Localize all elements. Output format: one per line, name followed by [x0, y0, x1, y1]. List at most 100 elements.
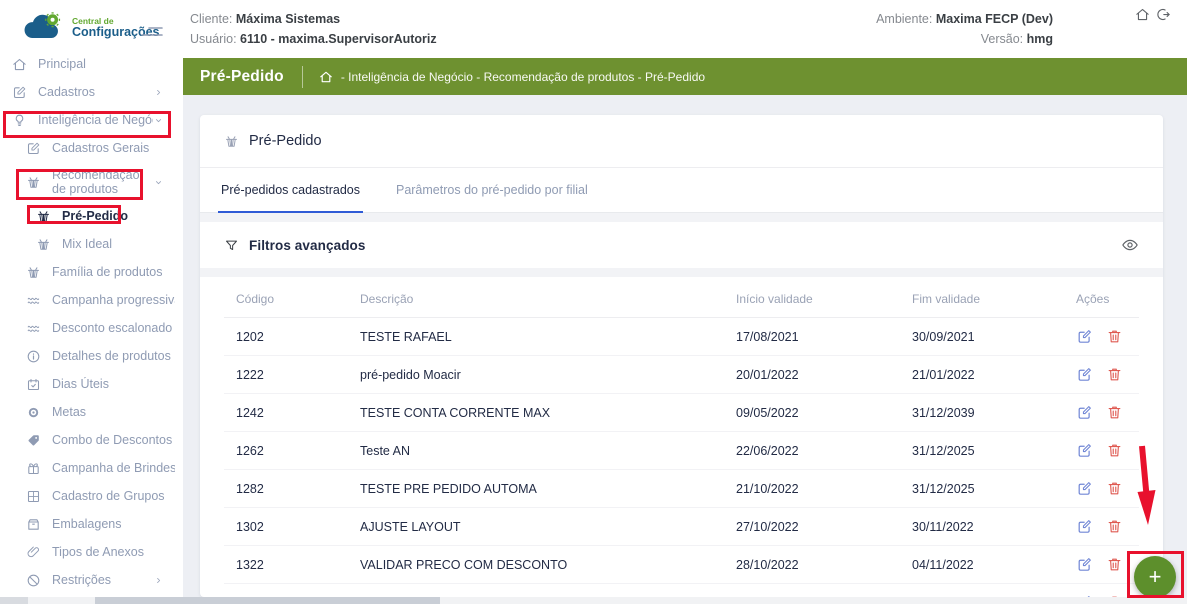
delete-row-button[interactable]: [1106, 518, 1123, 535]
sidebar-item-combo-de-descontos[interactable]: Combo de Descontos: [0, 426, 183, 454]
gift-icon: [26, 461, 41, 476]
cell-inicio-validade: 17/08/2021: [736, 318, 912, 356]
cell-inicio-validade: 28/10/2022: [736, 546, 912, 584]
sidebar-item-label: Detalhes de produtos: [52, 349, 171, 363]
app-window: Central de Configurações Cliente: Máxima…: [0, 0, 1187, 604]
sidebar-item-label: Campanha de Brindes: [52, 461, 175, 475]
content-card: Pré-Pedido Pré-pedidos cadastrados Parâme…: [200, 115, 1163, 597]
sidebar-item-tipos-de-anexos[interactable]: Tipos de Anexos: [0, 538, 183, 566]
eye-icon[interactable]: [1121, 236, 1139, 254]
grid-icon: [26, 489, 41, 504]
cart-icon: [26, 265, 41, 280]
tab-parametros-por-filial[interactable]: Parâmetros do pré-pedido por filial: [393, 168, 591, 213]
sidebar-item-cadastros-gerais[interactable]: Cadastros Gerais: [0, 134, 183, 162]
edit-row-button[interactable]: [1076, 366, 1093, 383]
edit-icon: [12, 85, 27, 100]
session-client-info: Cliente: Máxima Sistemas Usuário: 6110 -…: [190, 9, 437, 49]
edit-row-button[interactable]: [1076, 518, 1093, 535]
sidebar-item-familia-de-produtos[interactable]: Família de produtos: [0, 258, 183, 286]
cell-codigo: 1302: [224, 508, 360, 546]
sidebar-item-cadastros[interactable]: Cadastros: [0, 78, 183, 106]
edit-icon: [26, 141, 41, 156]
topbar-corner-actions: [1135, 7, 1171, 22]
sidebar-item-restricoes[interactable]: Restrições: [0, 566, 183, 594]
sidebar-item-mix-ideal[interactable]: Mix Ideal: [0, 230, 183, 258]
sidebar-item-label: Mix Ideal: [62, 237, 112, 251]
sidebar-item-label: Campanha progressiva: [52, 293, 175, 307]
table-header-row: CódigoDescriçãoInício validadeFim valida…: [224, 277, 1139, 318]
wave-icon: [26, 293, 41, 308]
column-header: Fim validade: [912, 277, 1076, 318]
home-icon: [12, 57, 27, 72]
cell-codigo: 1222: [224, 356, 360, 394]
horizontal-scrollbar[interactable]: [0, 597, 1187, 604]
sidebar-item-inteligencia-de-negocio[interactable]: Inteligência de Negócio: [0, 106, 183, 134]
delete-row-button[interactable]: [1106, 366, 1123, 383]
edit-row-button[interactable]: [1076, 328, 1093, 345]
delete-row-button[interactable]: [1106, 328, 1123, 345]
table-row: 1282TESTE PRE PEDIDO AUTOMA21/10/202231/…: [224, 470, 1139, 508]
delete-row-button[interactable]: [1106, 556, 1123, 573]
sidebar-item-embalagens[interactable]: Embalagens: [0, 510, 183, 538]
target-icon: [26, 405, 41, 420]
cloud-gear-logo-icon: [22, 12, 64, 44]
edit-row-button[interactable]: [1076, 404, 1093, 421]
tab-pre-pedidos-cadastrados[interactable]: Pré-pedidos cadastrados: [218, 168, 363, 213]
calendar-icon: [26, 377, 41, 392]
card-header: Pré-Pedido: [200, 115, 1163, 168]
user-label: Usuário:: [190, 32, 237, 46]
breadcrumb-home-icon[interactable]: [319, 70, 333, 84]
cell-acoes: [1076, 318, 1139, 356]
user-value: 6110 - maxima.SupervisorAutoriz: [240, 32, 437, 46]
sidebar-item-campanha-de-brindes[interactable]: Campanha de Brindes: [0, 454, 183, 482]
sidebar-item-dias-uteis[interactable]: Dias Úteis: [0, 370, 183, 398]
client-value: Máxima Sistemas: [236, 12, 340, 26]
scrollbar-thumb[interactable]: [95, 597, 440, 604]
table-row: 1322VALIDAR PRECO COM DESCONTO28/10/2022…: [224, 546, 1139, 584]
sidebar-item-cadastro-de-grupos[interactable]: Cadastro de Grupos: [0, 482, 183, 510]
pre-pedidos-table: CódigoDescriçãoInício validadeFim valida…: [224, 277, 1139, 597]
sidebar-item-label: Metas: [52, 405, 86, 419]
sidebar-nav: Principal CadastrosInteligência de Negóci…: [0, 50, 183, 604]
clip-icon: [26, 545, 41, 560]
sidebar-collapse-button[interactable]: [139, 24, 165, 40]
sidebar-item-campanha-progressiva[interactable]: Campanha progressiva: [0, 286, 183, 314]
sidebar-item-recomendacao-de-produtos[interactable]: Recomendação de produtos: [0, 162, 183, 202]
cart-icon: [26, 175, 41, 190]
add-pre-pedido-fab[interactable]: +: [1134, 556, 1176, 598]
cell-acoes: [1076, 508, 1139, 546]
delete-row-button[interactable]: [1106, 442, 1123, 459]
sidebar-item-metas[interactable]: Metas: [0, 398, 183, 426]
edit-row-button[interactable]: [1076, 442, 1093, 459]
home-icon[interactable]: [1135, 7, 1150, 22]
sidebar-item-label: Combo de Descontos: [52, 433, 172, 447]
chevron-right-icon: [153, 575, 164, 586]
advanced-filters-bar[interactable]: Filtros avançados: [200, 222, 1163, 268]
table-row: 1202TESTE RAFAEL17/08/202130/09/2021: [224, 318, 1139, 356]
cell-descricao: Teste AN: [360, 432, 736, 470]
table-row: 1442Teste Cleyton14/02/202331/10/2023: [224, 584, 1139, 598]
cell-codigo: 1322: [224, 546, 360, 584]
sidebar-item-label: Principal: [38, 57, 86, 71]
delete-row-button[interactable]: [1106, 480, 1123, 497]
cell-fim-validade: 31/10/2023: [912, 584, 1076, 598]
sidebar-item-detalhes-de-produtos[interactable]: Detalhes de produtos: [0, 342, 183, 370]
sidebar-item-label: Cadastro de Grupos: [52, 489, 165, 503]
column-header: Código: [224, 277, 360, 318]
delete-row-button[interactable]: [1106, 404, 1123, 421]
box-icon: [26, 517, 41, 532]
cell-inicio-validade: 09/05/2022: [736, 394, 912, 432]
cell-codigo: 1202: [224, 318, 360, 356]
bulb-icon: [12, 113, 27, 128]
logout-icon[interactable]: [1156, 7, 1171, 22]
table-row: 1302AJUSTE LAYOUT27/10/202230/11/2022: [224, 508, 1139, 546]
sidebar-item-desconto-escalonado[interactable]: Desconto escalonado: [0, 314, 183, 342]
edit-row-button[interactable]: [1076, 556, 1093, 573]
sidebar-item-label: Família de produtos: [52, 265, 162, 279]
sidebar-item-label: Pré-Pedido: [62, 209, 128, 223]
hamburger-icon: [139, 24, 165, 40]
sidebar-item-pre-pedido[interactable]: Pré-Pedido: [0, 202, 183, 230]
edit-row-button[interactable]: [1076, 480, 1093, 497]
cell-descricao: TESTE CONTA CORRENTE MAX: [360, 394, 736, 432]
chevron-down-icon: [153, 177, 164, 188]
